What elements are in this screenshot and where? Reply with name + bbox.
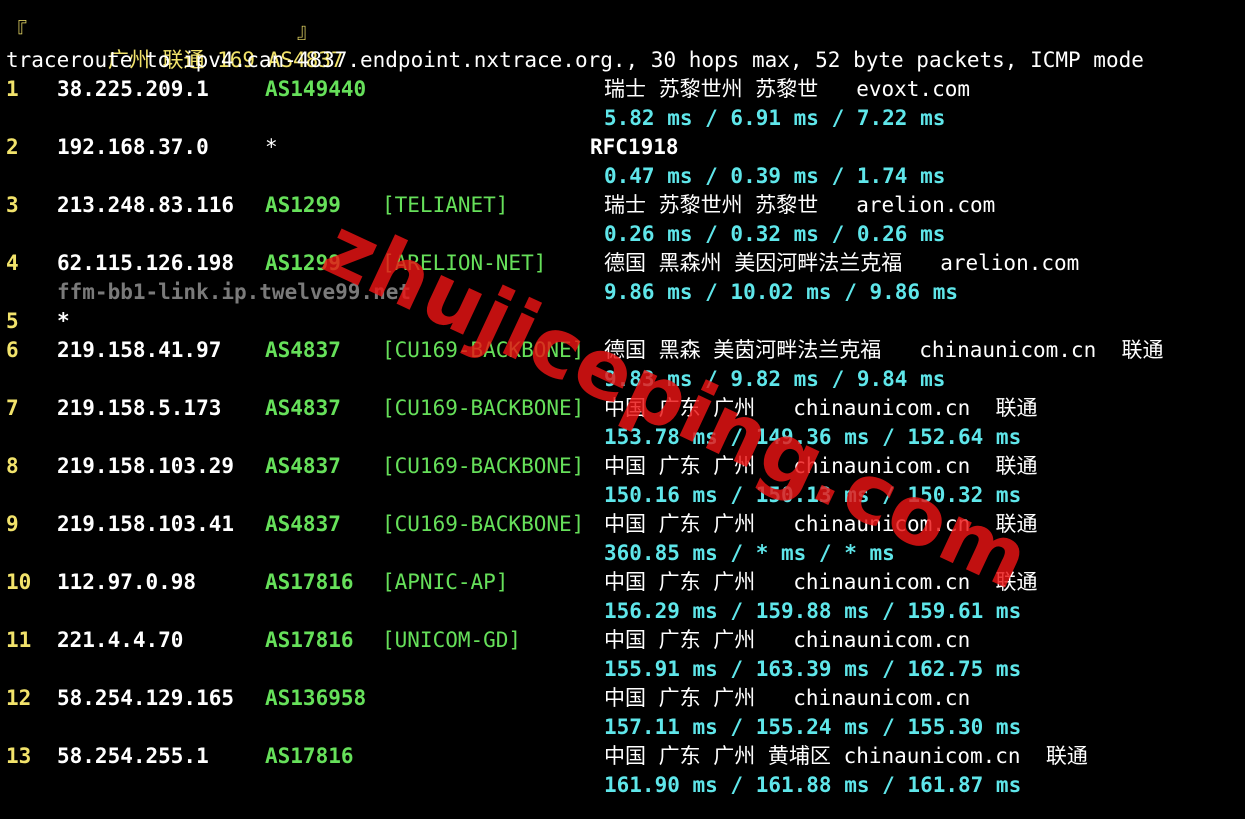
hop-network-name: [CU169-BACKBONE]: [382, 396, 585, 420]
hop-number: 3: [6, 193, 19, 217]
hop-latency: 150.16 ms / 150.13 ms / 150.32 ms: [604, 483, 1022, 507]
hop-geolocation: 中国 广东 广州 黄埔区 chinaunicom.cn 联通: [604, 744, 1088, 768]
hop-latency: 9.86 ms / 10.02 ms / 9.86 ms: [604, 280, 959, 304]
traceroute-header: traceroute to ipv4.can-4837.endpoint.nxt…: [0, 46, 1144, 75]
hop-number: 4: [6, 251, 19, 275]
title-open-bracket: 『: [6, 19, 27, 43]
hop-number: 6: [6, 338, 19, 362]
title-close-bracket: 』: [297, 19, 318, 43]
hop-latency: 0.26 ms / 0.32 ms / 0.26 ms: [604, 222, 946, 246]
hop-network-name: [UNICOM-GD]: [382, 628, 522, 652]
hop-ip-address: 58.254.255.1: [57, 744, 209, 768]
hop-latency: 0.47 ms / 0.39 ms / 1.74 ms: [604, 164, 946, 188]
hop-network-name: [CU169-BACKBONE]: [382, 338, 585, 362]
hop-geolocation: 中国 广东 广州 chinaunicom.cn: [604, 628, 971, 652]
hop-number: 1: [6, 77, 19, 101]
title-line: 『 广州 联通 169 AS4837 』: [0, 17, 344, 72]
hop-number: 9: [6, 512, 19, 536]
hop-asn: AS4837: [265, 396, 341, 420]
hop-ip-address: 219.158.5.173: [57, 396, 222, 420]
hop-asn: AS136958: [265, 686, 367, 710]
hop-asn: AS4837: [265, 512, 341, 536]
hop-number: 7: [6, 396, 19, 420]
hop-geolocation: 中国 广东 广州 chinaunicom.cn: [604, 686, 971, 710]
hop-ip-address: 62.115.126.198: [57, 251, 235, 275]
hop-geolocation: 德国 黑森州 美因河畔法兰克福 arelion.com: [604, 251, 1080, 275]
hop-geolocation: 中国 广东 广州 chinaunicom.cn 联通: [604, 396, 1038, 420]
hop-number: 12: [6, 686, 32, 710]
hop-latency: 156.29 ms / 159.88 ms / 159.61 ms: [604, 599, 1022, 623]
terminal-window: 『 广州 联通 169 AS4837 』 traceroute to ipv4.…: [0, 0, 1245, 819]
hop-ip-address: *: [57, 309, 70, 333]
hop-geolocation: 德国 黑森 美茵河畔法兰克福 chinaunicom.cn 联通: [604, 338, 1164, 362]
hop-number: 10: [6, 570, 32, 594]
hop-network-name: [TELIANET]: [382, 193, 509, 217]
hop-ip-address: 112.97.0.98: [57, 570, 197, 594]
hop-ip-address: 192.168.37.0: [57, 135, 209, 159]
hop-number: 8: [6, 454, 19, 478]
hop-network-name: [APNIC-AP]: [382, 570, 509, 594]
hop-reverse-dns: ffm-bb1-link.ip.twelve99.net: [57, 280, 412, 304]
hop-geolocation: 瑞士 苏黎世州 苏黎世 evoxt.com: [604, 77, 971, 101]
hop-asn: *: [265, 135, 278, 159]
hop-asn: AS17816: [265, 744, 354, 768]
hop-ip-address: 219.158.103.29: [57, 454, 235, 478]
hop-geolocation: 瑞士 苏黎世州 苏黎世 arelion.com: [604, 193, 996, 217]
hop-ip-address: 213.248.83.116: [57, 193, 235, 217]
hop-number: 11: [6, 628, 32, 652]
hop-latency: 161.90 ms / 161.88 ms / 161.87 ms: [604, 773, 1022, 797]
hop-geolocation: RFC1918: [590, 135, 679, 159]
hop-ip-address: 219.158.103.41: [57, 512, 235, 536]
hop-number: 2: [6, 135, 19, 159]
hop-ip-address: 58.254.129.165: [57, 686, 235, 710]
hop-asn: AS4837: [265, 454, 341, 478]
hop-number: 5: [6, 309, 19, 333]
traceroute-header-text: traceroute to ipv4.can-4837.endpoint.nxt…: [6, 48, 1144, 72]
hop-latency: 155.91 ms / 163.39 ms / 162.75 ms: [604, 657, 1022, 681]
hop-latency: 5.82 ms / 6.91 ms / 7.22 ms: [604, 106, 946, 130]
hop-network-name: [CU169-BACKBONE]: [382, 512, 585, 536]
hop-asn: AS149440: [265, 77, 367, 101]
hop-latency: 153.78 ms / 149.36 ms / 152.64 ms: [604, 425, 1022, 449]
hop-number: 13: [6, 744, 32, 768]
hop-asn: AS1299: [265, 251, 341, 275]
hop-geolocation: 中国 广东 广州 chinaunicom.cn 联通: [604, 570, 1038, 594]
hop-latency: 360.85 ms / * ms / * ms: [604, 541, 895, 565]
hop-ip-address: 221.4.4.70: [57, 628, 184, 652]
hop-latency: 157.11 ms / 155.24 ms / 155.30 ms: [604, 715, 1022, 739]
hop-ip-address: 219.158.41.97: [57, 338, 222, 362]
hop-asn: AS4837: [265, 338, 341, 362]
hop-latency: 9.83 ms / 9.82 ms / 9.84 ms: [604, 367, 946, 391]
hop-geolocation: 中国 广东 广州 chinaunicom.cn 联通: [604, 512, 1038, 536]
hop-asn: AS1299: [265, 193, 341, 217]
hop-asn: AS17816: [265, 628, 354, 652]
hop-network-name: [ARELION-NET]: [382, 251, 547, 275]
hop-ip-address: 38.225.209.1: [57, 77, 209, 101]
hop-geolocation: 中国 广东 广州 chinaunicom.cn 联通: [604, 454, 1038, 478]
hop-network-name: [CU169-BACKBONE]: [382, 454, 585, 478]
hop-asn: AS17816: [265, 570, 354, 594]
